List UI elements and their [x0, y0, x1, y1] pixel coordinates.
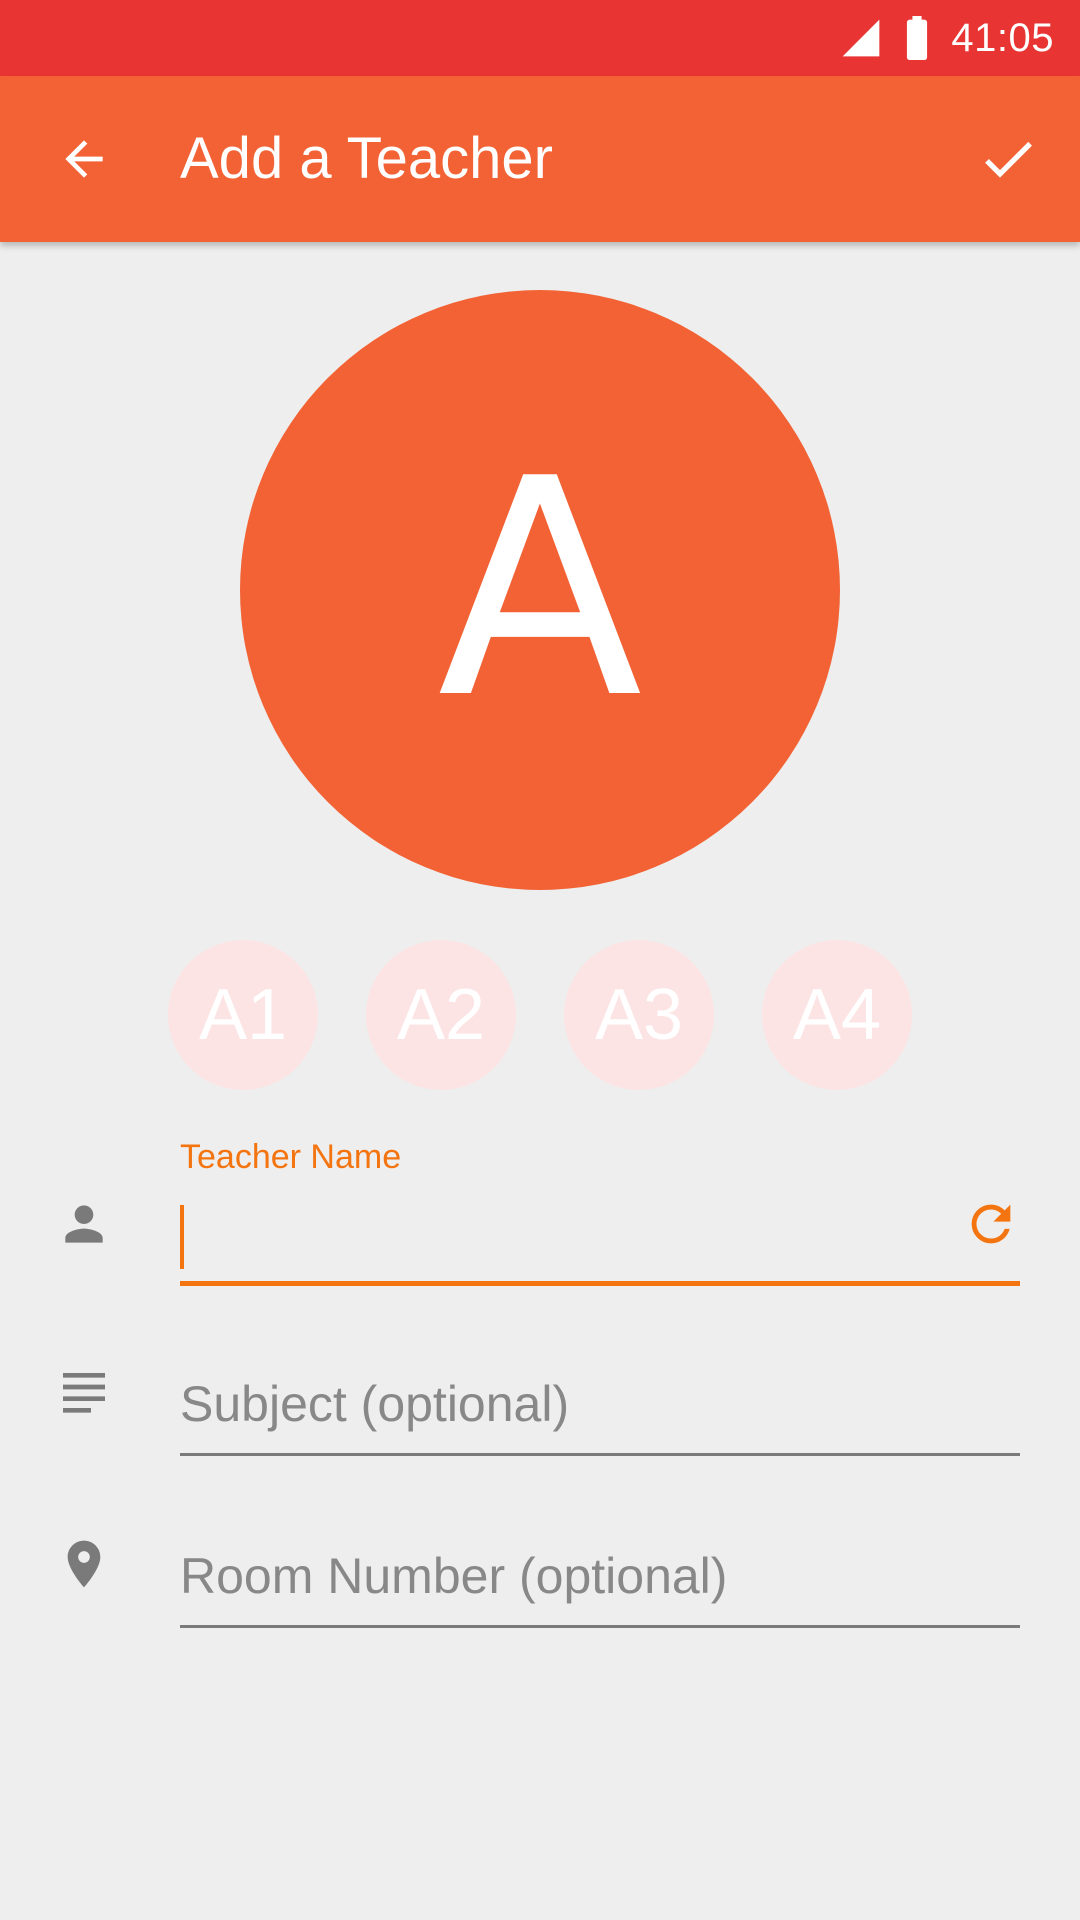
screen: 41:05 Add a Teacher A A1 A2 A3 A4 Teache… — [0, 0, 1080, 1920]
avatar-letter: A — [437, 415, 643, 764]
app-bar: Add a Teacher — [0, 76, 1080, 242]
room-number-underline — [180, 1625, 1020, 1628]
teacher-name-label: Teacher Name — [180, 1138, 402, 1176]
chip-label: A2 — [396, 975, 486, 1055]
refresh-icon[interactable] — [962, 1195, 1020, 1253]
avatar-variant-a2[interactable]: A2 — [366, 940, 516, 1090]
avatar-variant-a3[interactable]: A3 — [564, 940, 714, 1090]
chip-label: A1 — [198, 975, 288, 1055]
subject-input[interactable] — [180, 1375, 1020, 1433]
signal-icon — [843, 19, 880, 57]
teacher-name-field — [180, 1195, 1020, 1286]
teacher-name-input[interactable] — [180, 1195, 1020, 1253]
save-button[interactable] — [972, 123, 1044, 195]
page-title: Add a Teacher — [180, 126, 553, 191]
chip-label: A4 — [792, 975, 882, 1055]
avatar-variant-a1[interactable]: A1 — [168, 940, 318, 1090]
chip-label: A3 — [594, 975, 684, 1055]
location-pin-icon — [67, 1540, 101, 1588]
teacher-avatar[interactable]: A — [240, 290, 840, 890]
subject-underline — [180, 1453, 1020, 1456]
text-caret — [180, 1205, 184, 1269]
status-time: 41:05 — [951, 15, 1054, 60]
status-bar: 41:05 — [0, 0, 1080, 76]
teacher-name-underline — [180, 1281, 1020, 1286]
room-number-field — [180, 1547, 1020, 1628]
person-icon — [65, 1205, 103, 1243]
back-button[interactable] — [48, 123, 120, 195]
arrow-back-icon — [65, 140, 103, 178]
check-icon — [985, 141, 1032, 178]
subject-lines-icon — [63, 1373, 105, 1413]
battery-icon — [907, 16, 928, 60]
subject-field — [180, 1375, 1020, 1456]
avatar-variant-a4[interactable]: A4 — [762, 940, 912, 1090]
room-number-input[interactable] — [180, 1547, 1020, 1605]
